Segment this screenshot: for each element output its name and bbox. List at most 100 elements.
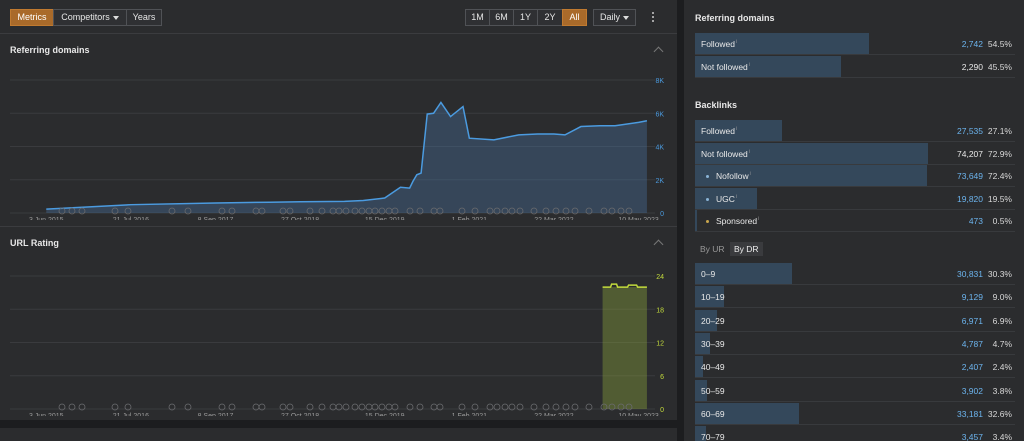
backlinks-count[interactable]: 19,820: [957, 194, 983, 204]
dr-bucket-count[interactable]: 33,181: [957, 409, 983, 419]
backlinks-percent: 27.1%: [987, 126, 1012, 136]
referring-domains-count[interactable]: 2,742: [962, 39, 983, 49]
info-icon[interactable]: i: [736, 39, 737, 45]
dr-bucket-row[interactable]: 30–39 4,787 4.7%: [695, 332, 1015, 355]
backlinks-row[interactable]: Not followedi 74,207 72.9%: [695, 142, 1015, 165]
metrics-button[interactable]: Metrics: [10, 9, 54, 26]
dr-bucket-row[interactable]: 70–79 3,457 3.4%: [695, 426, 1015, 441]
dr-bucket-label: 70–79: [701, 432, 725, 441]
info-icon[interactable]: i: [736, 194, 737, 200]
info-icon[interactable]: i: [736, 126, 737, 132]
range-2y-button[interactable]: 2Y: [537, 9, 563, 26]
label-text: 30–39: [701, 338, 725, 349]
dr-bucket-row[interactable]: 60–69 33,181 32.6%: [695, 402, 1015, 425]
backlinks-percent: 72.4%: [987, 171, 1012, 181]
x-tick-label: 8 Sep 2017: [198, 413, 234, 416]
area-fill: [602, 287, 647, 409]
label-text: 50–59: [701, 385, 725, 396]
label-text: 0–9: [701, 269, 716, 279]
label-text: 70–79: [701, 432, 725, 441]
backlinks-row[interactable]: UGCi 19,820 19.5%: [695, 187, 1015, 210]
info-icon[interactable]: i: [758, 216, 759, 222]
info-icon[interactable]: i: [749, 62, 750, 68]
competitors-dropdown[interactable]: Competitors: [53, 9, 127, 26]
y-tick-label: 4K: [655, 145, 664, 152]
y-tick-label: 12: [656, 341, 664, 348]
range-all-button[interactable]: All: [562, 9, 587, 26]
years-button[interactable]: Years: [126, 9, 162, 26]
bullet-icon: [706, 220, 709, 224]
y-tick-label: 2K: [655, 178, 664, 185]
divider: [0, 33, 677, 34]
dr-bucket-count[interactable]: 3,457: [962, 432, 983, 441]
dr-bucket-percent: 6.9%: [992, 315, 1012, 326]
x-tick-label: 1 Feb 2021: [452, 413, 488, 416]
backlinks-row[interactable]: Sponsoredi 473 0.5%: [695, 210, 1015, 232]
dr-bucket-count[interactable]: 9,129: [962, 292, 983, 302]
range-1m-button[interactable]: 1M: [465, 9, 490, 26]
dr-bucket-count[interactable]: 30,831: [957, 269, 983, 279]
label-text: Followed: [701, 39, 736, 49]
x-tick-label: 27 Oct 2018: [281, 217, 319, 220]
dr-bucket-row[interactable]: 40–49 2,407 2.4%: [695, 356, 1015, 379]
backlinks-row[interactable]: Nofollowi 73,649 72.4%: [695, 165, 1015, 187]
x-tick-label: 3 Jun 2015: [29, 217, 64, 220]
backlinks-table-title: Backlinks: [695, 100, 738, 110]
label-text: 40–49: [701, 362, 725, 373]
dr-bucket-row[interactable]: 50–59 3,902 3.8%: [695, 379, 1015, 402]
referring-domains-row[interactable]: Followedi 2,742 54.5%: [695, 33, 1015, 55]
backlinks-count[interactable]: 27,535: [957, 126, 983, 136]
range-1y-button[interactable]: 1Y: [513, 9, 538, 26]
referring-domains-label: Followedi: [701, 39, 737, 49]
backlinks-count[interactable]: 73,649: [957, 171, 983, 181]
x-tick-label: 1 Feb 2021: [452, 217, 488, 220]
divider: [0, 226, 677, 227]
tab-by-ur[interactable]: By UR: [696, 242, 729, 256]
dr-bucket-percent: 9.0%: [992, 292, 1012, 303]
dr-bucket-count[interactable]: 4,787: [962, 339, 983, 349]
info-icon[interactable]: i: [750, 171, 751, 177]
x-tick-label: 22 Mar 2022: [534, 413, 573, 416]
chevron-down-icon: [623, 15, 629, 20]
backlinks-percent: 0.5%: [992, 216, 1012, 226]
referring-domains-percent: 45.5%: [987, 62, 1012, 72]
referring-domains-label: Not followedi: [701, 62, 750, 72]
area-fill: [46, 102, 647, 213]
referring-domains-row[interactable]: Not followedi 2,290 45.5%: [695, 56, 1015, 78]
dr-bucket-count[interactable]: 2,407: [962, 362, 983, 372]
bullet-icon: [706, 197, 709, 201]
x-tick-label: 15 Dec 2019: [365, 413, 405, 416]
backlinks-row[interactable]: Followedi 27,535 27.1%: [695, 120, 1015, 142]
dr-bucket-label: 50–59: [701, 386, 725, 396]
dr-bucket-row[interactable]: 10–19 9,129 9.0%: [695, 286, 1015, 309]
backlinks-label: Not followedi: [701, 149, 750, 159]
dr-bucket-row[interactable]: 20–29 6,971 6.9%: [695, 309, 1015, 332]
dr-bucket-percent: 32.6%: [987, 408, 1012, 419]
info-icon[interactable]: i: [749, 149, 750, 155]
x-tick-label: 21 Jul 2016: [113, 217, 149, 220]
label-text: Nofollow: [716, 171, 749, 181]
label-text: 10–19: [701, 292, 725, 303]
y-tick-label: 0: [660, 211, 664, 218]
dr-bucket-count[interactable]: 3,902: [962, 386, 983, 396]
backlinks-label: Nofollowi: [701, 171, 751, 181]
label-text: UGC: [716, 193, 735, 204]
dr-bucket-row[interactable]: 0–9 30,831 30.3%: [695, 263, 1015, 285]
dr-bucket-label: 40–49: [701, 362, 725, 372]
backlinks-percent: 72.9%: [987, 148, 1012, 159]
chevron-down-icon: [112, 15, 119, 20]
dr-bucket-percent: 3.4%: [992, 432, 1012, 441]
y-tick-label: 0: [660, 407, 664, 414]
x-tick-label: 8 Sep 2017: [198, 217, 234, 220]
more-options-icon[interactable]: [650, 10, 656, 26]
dr-bucket-label: 0–9: [701, 269, 715, 279]
x-tick-label: 3 Jun 2015: [29, 413, 64, 416]
backlinks-label: Followedi: [701, 126, 737, 136]
dr-bucket-count[interactable]: 6,971: [962, 316, 983, 326]
tab-by-dr[interactable]: By DR: [730, 242, 763, 256]
range-6m-button[interactable]: 6M: [489, 9, 514, 26]
x-tick-label: 15 Dec 2019: [365, 217, 405, 220]
backlinks-count[interactable]: 473: [969, 216, 983, 226]
dr-bucket-label: 20–29: [701, 316, 725, 326]
granularity-dropdown[interactable]: Daily: [593, 9, 636, 26]
